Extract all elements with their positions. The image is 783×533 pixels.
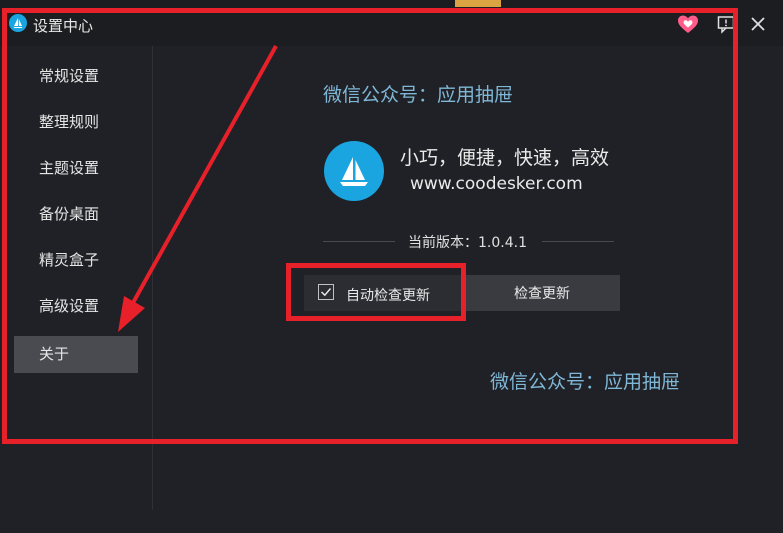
app-slogan: 小巧，便捷，快速，高效	[400, 147, 610, 169]
settings-sidebar: 常规设置 整理规则 主题设置 备份桌面 精灵盒子 高级设置 关于	[0, 46, 153, 510]
auto-check-update-option[interactable]: 自动检查更新	[304, 275, 464, 311]
wechat-account-text: 微信公众号：应用抽屉	[490, 371, 681, 393]
auto-check-checkbox[interactable]	[318, 284, 334, 300]
background-image-strip	[455, 0, 501, 7]
check-update-button[interactable]: 检查更新	[464, 275, 620, 311]
wechat-account-text: 微信公众号：应用抽屉	[323, 84, 514, 106]
sailboat-icon	[9, 14, 27, 32]
heart-icon[interactable]	[676, 12, 700, 36]
auto-check-label: 自动检查更新	[346, 288, 430, 304]
feedback-icon[interactable]	[716, 14, 736, 34]
divider	[323, 241, 395, 242]
sailboat-icon	[324, 141, 384, 201]
divider	[542, 241, 614, 242]
window-title: 设置中心	[33, 17, 94, 35]
sidebar-item-backup[interactable]: 备份桌面	[14, 196, 138, 233]
website-link[interactable]: www.coodesker.com	[410, 174, 583, 194]
sidebar-item-theme[interactable]: 主题设置	[14, 150, 138, 187]
version-label: 当前版本：1.0.4.1	[408, 235, 527, 251]
close-icon[interactable]	[746, 12, 770, 36]
title-bar: 设置中心	[0, 0, 783, 46]
sidebar-item-rules[interactable]: 整理规则	[14, 104, 138, 141]
sidebar-item-elf-box[interactable]: 精灵盒子	[14, 242, 138, 279]
sidebar-item-advanced[interactable]: 高级设置	[14, 288, 138, 325]
sidebar-item-general[interactable]: 常规设置	[14, 58, 138, 95]
sidebar-item-about[interactable]: 关于	[14, 336, 138, 373]
